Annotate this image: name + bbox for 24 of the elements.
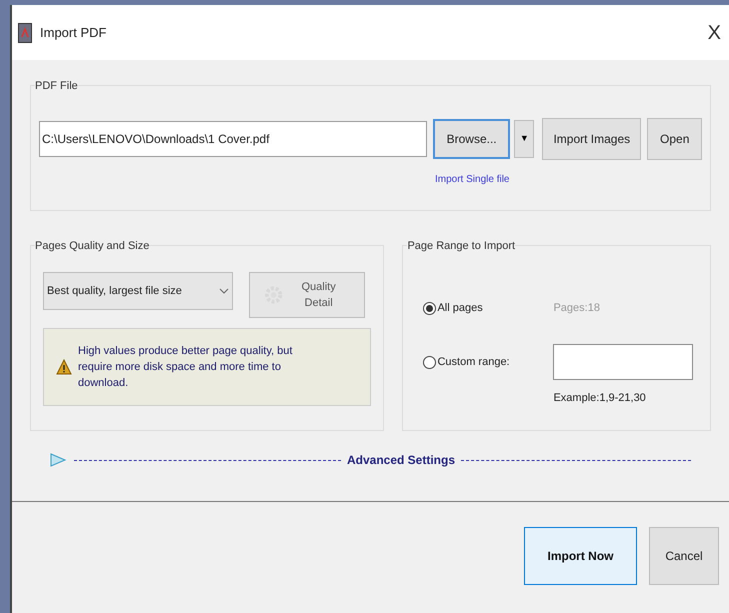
file-path-field[interactable]: C:\Users\LENOVO\Downloads\1 Cover.pdf [39, 121, 427, 157]
close-button[interactable]: X [708, 18, 721, 48]
import-now-button[interactable]: Import Now [524, 527, 637, 585]
import-single-file-link[interactable]: Import Single file [435, 174, 510, 185]
quality-legend: Pages Quality and Size [35, 238, 150, 254]
custom-range-field[interactable] [553, 344, 694, 380]
cancel-button[interactable]: Cancel [649, 527, 719, 585]
range-example: Example:1,9-21,30 [553, 392, 646, 404]
expand-triangle-icon[interactable] [50, 453, 66, 467]
warning-text: High values produce better page quality, but require more disk space and more time to download. [78, 344, 294, 391]
open-button[interactable]: Open [647, 118, 702, 160]
warning-icon [56, 359, 72, 375]
page-range-legend: Page Range to Import [407, 238, 516, 254]
radio-option[interactable]: All pages [423, 300, 554, 316]
page-count: Pages:18 [553, 300, 600, 316]
pdf-file-icon [18, 22, 32, 42]
quality-select[interactable]: Best quality, largest file size [43, 272, 233, 310]
import-images-button[interactable]: Import Images [542, 118, 642, 160]
chevron-down-icon [219, 288, 229, 294]
browse-button[interactable]: Browse... [432, 119, 510, 159]
dropdown-button[interactable]: ▼ [514, 120, 534, 158]
advanced-settings-toggle[interactable]: Advanced Settings [344, 451, 457, 469]
radio-option[interactable]: Custom range: [423, 354, 554, 370]
window-title: Import PDF [40, 24, 106, 42]
